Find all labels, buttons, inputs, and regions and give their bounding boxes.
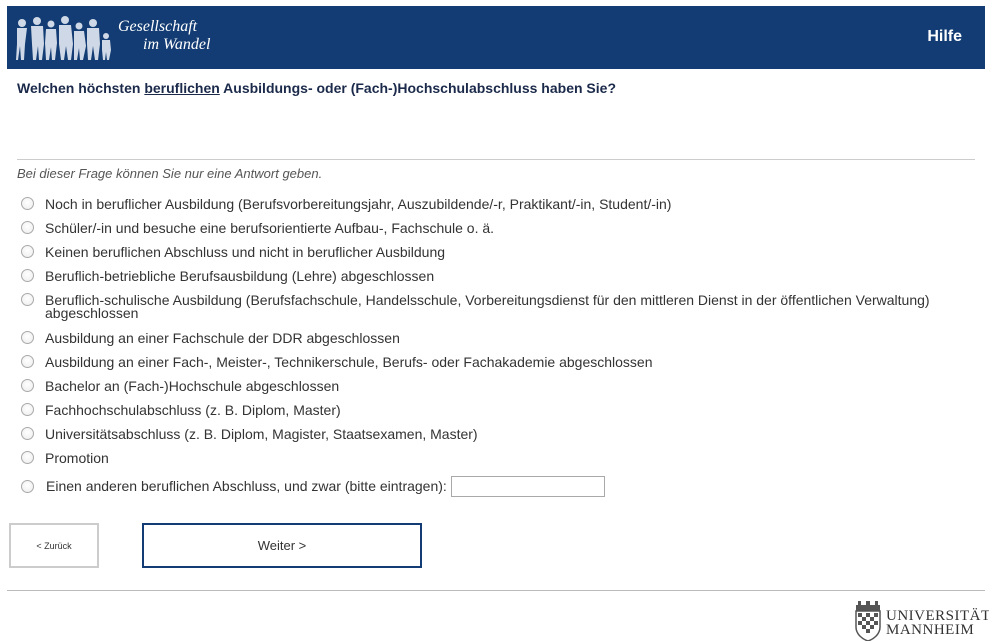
- option-label[interactable]: Keinen beruflichen Abschluss und nicht i…: [45, 244, 445, 259]
- radio-button[interactable]: [21, 479, 34, 493]
- answer-option[interactable]: Beruflich-betriebliche Berufsausbildung …: [21, 268, 971, 292]
- option-label[interactable]: Bachelor an (Fach-)Hochschule abgeschlos…: [45, 378, 339, 393]
- next-button[interactable]: Weiter >: [142, 523, 422, 568]
- answer-option[interactable]: Bachelor an (Fach-)Hochschule abgeschlos…: [21, 378, 971, 402]
- other-degree-input[interactable]: [450, 475, 605, 497]
- back-button[interactable]: < Zurück: [9, 523, 99, 568]
- survey-logo: Gesellschaft im Wandel: [7, 6, 257, 69]
- radio-button[interactable]: [21, 221, 34, 234]
- answer-option[interactable]: Universitätsabschluss (z. B. Diplom, Mag…: [21, 426, 971, 450]
- footer-divider: [7, 590, 985, 591]
- option-label[interactable]: Beruflich-schulische Ausbildung (Berufsf…: [45, 292, 971, 320]
- radio-button[interactable]: [21, 197, 34, 210]
- answer-option-other[interactable]: Einen anderen beruflichen Abschluss, und…: [21, 473, 971, 499]
- logo-line-2: im Wandel: [143, 36, 211, 53]
- university-crest-icon: [855, 601, 881, 641]
- option-label[interactable]: Universitätsabschluss (z. B. Diplom, Mag…: [45, 426, 478, 441]
- university-wordmark: UNIVERSITÄT MANNHEIM: [886, 608, 989, 638]
- option-label[interactable]: Beruflich-betriebliche Berufsausbildung …: [45, 268, 434, 283]
- answer-option[interactable]: Noch in beruflicher Ausbildung (Berufsvo…: [21, 196, 971, 220]
- question-prefix: Welchen höchsten: [17, 80, 145, 96]
- radio-button[interactable]: [21, 379, 34, 392]
- question-emphasis: beruflichen: [144, 80, 220, 96]
- radio-button[interactable]: [21, 403, 34, 416]
- answer-option[interactable]: Promotion: [21, 450, 971, 473]
- option-label[interactable]: Schüler/-in und besuche eine berufsorien…: [45, 220, 494, 235]
- option-label[interactable]: Ausbildung an einer Fach-, Meister-, Tec…: [45, 354, 653, 369]
- option-label[interactable]: Fachhochschulabschluss (z. B. Diplom, Ma…: [45, 402, 341, 417]
- people-silhouette-icon: [16, 16, 111, 60]
- option-label[interactable]: Promotion: [45, 450, 109, 465]
- radio-button[interactable]: [21, 451, 34, 464]
- help-link[interactable]: Hilfe: [927, 28, 962, 46]
- university-logo: UNIVERSITÄT MANNHEIM: [852, 601, 989, 643]
- radio-button[interactable]: [21, 427, 34, 440]
- header-bar: Gesellschaft im Wandel Hilfe: [7, 6, 985, 69]
- logo-line-1: Gesellschaft: [118, 18, 198, 35]
- answer-options: Noch in beruflicher Ausbildung (Berufsvo…: [21, 196, 971, 499]
- answer-option[interactable]: Ausbildung an einer Fach-, Meister-, Tec…: [21, 354, 971, 378]
- divider: [17, 159, 975, 160]
- answer-instruction: Bei dieser Frage können Sie nur eine Ant…: [17, 166, 323, 181]
- radio-button[interactable]: [21, 331, 34, 344]
- answer-option[interactable]: Fachhochschulabschluss (z. B. Diplom, Ma…: [21, 402, 971, 426]
- university-line-1: UNIVERSITÄT: [886, 608, 989, 624]
- answer-option[interactable]: Keinen beruflichen Abschluss und nicht i…: [21, 244, 971, 268]
- answer-option[interactable]: Schüler/-in und besuche eine berufsorien…: [21, 220, 971, 244]
- radio-button[interactable]: [21, 245, 34, 258]
- option-label[interactable]: Noch in beruflicher Ausbildung (Berufsvo…: [45, 196, 671, 211]
- radio-button[interactable]: [21, 293, 34, 306]
- option-label[interactable]: Ausbildung an einer Fachschule der DDR a…: [45, 330, 400, 345]
- option-label[interactable]: Einen anderen beruflichen Abschluss, und…: [46, 479, 447, 493]
- answer-option[interactable]: Beruflich-schulische Ausbildung (Berufsf…: [21, 292, 971, 330]
- logo-wordmark: Gesellschaft im Wandel: [118, 18, 210, 54]
- question-text: Welchen höchsten beruflichen Ausbildungs…: [17, 80, 616, 96]
- radio-button[interactable]: [21, 269, 34, 282]
- answer-option[interactable]: Ausbildung an einer Fachschule der DDR a…: [21, 330, 971, 354]
- university-line-2: MANNHEIM: [886, 622, 975, 638]
- radio-button[interactable]: [21, 355, 34, 368]
- question-suffix: Ausbildungs- oder (Fach-)Hochschulabschl…: [219, 80, 616, 96]
